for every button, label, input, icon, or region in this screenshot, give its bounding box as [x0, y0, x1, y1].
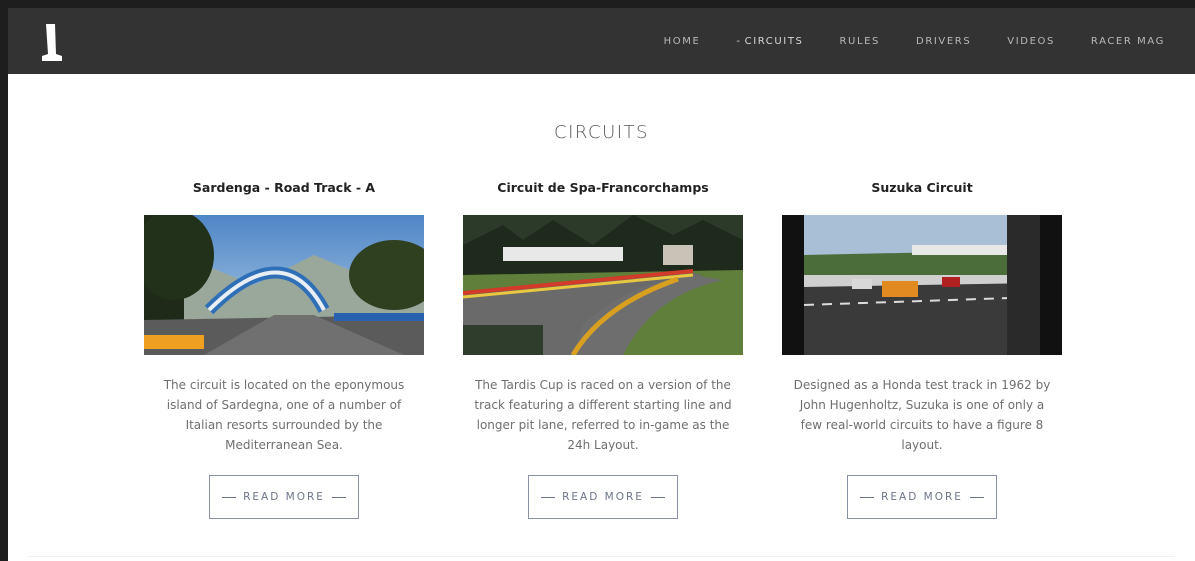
nav-home[interactable]: HOME	[664, 36, 701, 47]
read-more-label: READ MORE	[562, 491, 644, 503]
active-marker: -	[736, 35, 742, 47]
circuit-card: Sardenga - Road Track - A The circuit is…	[144, 178, 424, 519]
main-nav: HOME - CIRCUITS RULES DRIVERS VIDEOS RACE…	[628, 8, 1165, 74]
card-description: Designed as a Honda test track in 1962 b…	[793, 378, 1051, 452]
nav-videos[interactable]: VIDEOS	[1007, 36, 1055, 47]
site-logo-icon[interactable]	[40, 24, 64, 62]
card-title[interactable]: Suzuka Circuit	[782, 178, 1062, 198]
page-title: CIRCUITS	[554, 122, 649, 143]
circuit-image[interactable]	[782, 215, 1062, 355]
dash-icon	[331, 496, 346, 498]
circuit-card: Suzuka Circuit Designed as a Honda test …	[782, 178, 1062, 519]
dash-icon	[969, 496, 984, 498]
dash-icon	[650, 496, 665, 498]
nav-circuits-label: CIRCUITS	[744, 35, 804, 47]
read-more-label: READ MORE	[243, 491, 325, 503]
circuit-image[interactable]	[463, 215, 743, 355]
card-title[interactable]: Circuit de Spa-Francorchamps	[463, 178, 743, 198]
read-more-label: READ MORE	[881, 491, 963, 503]
dash-icon	[541, 496, 556, 498]
card-title[interactable]: Sardenga - Road Track - A	[144, 178, 424, 198]
dash-icon	[860, 496, 875, 498]
read-more-button[interactable]: READ MORE	[209, 475, 359, 519]
nav-drivers[interactable]: DRIVERS	[916, 36, 971, 47]
nav-rules[interactable]: RULES	[840, 36, 881, 47]
circuit-card: Circuit de Spa-Francorchamps The Tardis …	[463, 178, 743, 519]
read-more-button[interactable]: READ MORE	[847, 475, 997, 519]
top-navbar: HOME - CIRCUITS RULES DRIVERS VIDEOS RACE…	[8, 8, 1195, 74]
page-frame: HOME - CIRCUITS RULES DRIVERS VIDEOS RACE…	[8, 8, 1195, 561]
card-description: The circuit is located on the eponymous …	[163, 378, 405, 452]
nav-racer-mag[interactable]: RACER MAG	[1091, 36, 1165, 47]
read-more-button[interactable]: READ MORE	[528, 475, 678, 519]
nav-circuits[interactable]: - CIRCUITS	[736, 36, 803, 47]
card-description: The Tardis Cup is raced on a version of …	[474, 378, 732, 452]
circuit-image[interactable]	[144, 215, 424, 355]
dash-icon	[222, 496, 237, 498]
section-divider	[28, 556, 1175, 557]
